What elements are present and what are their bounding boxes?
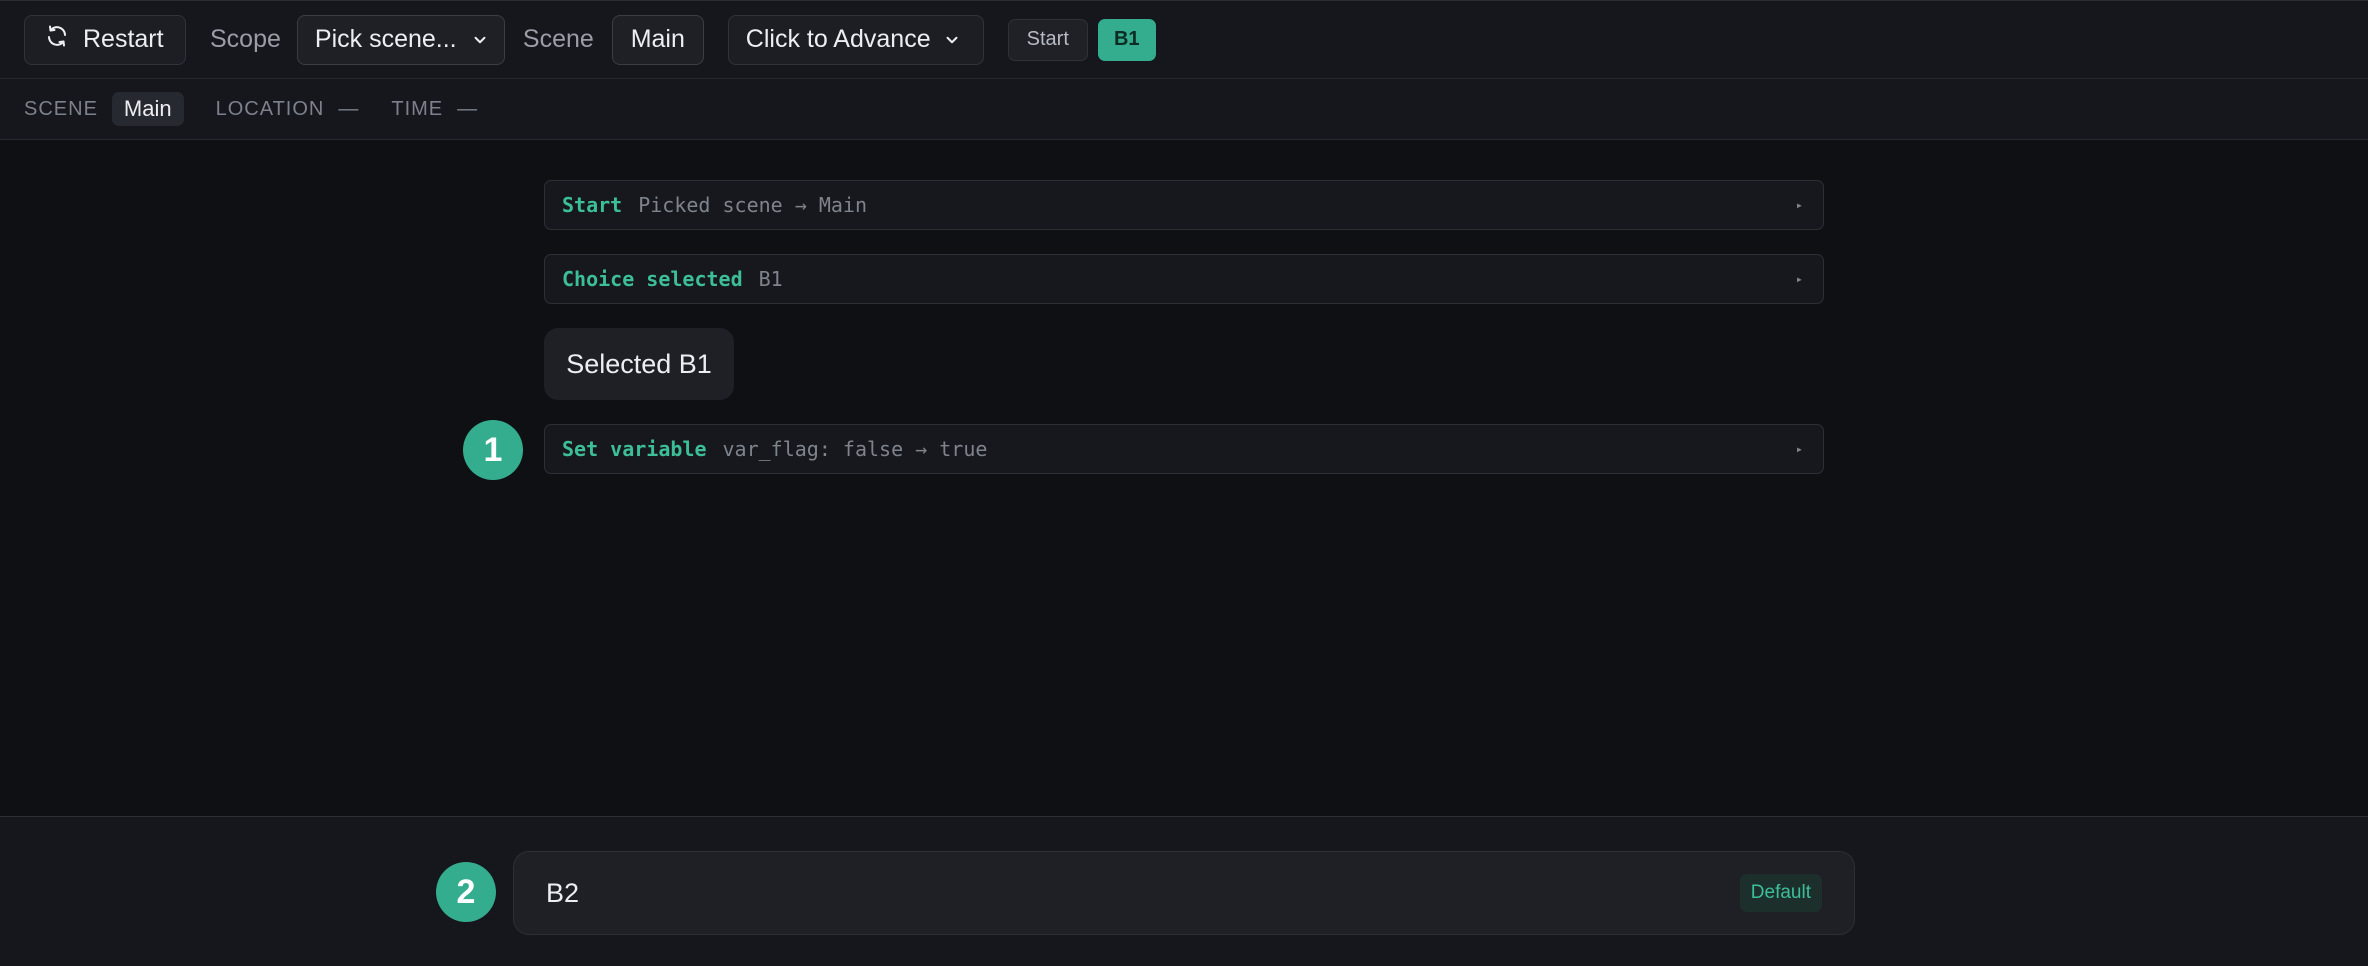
scene-key: SCENE bbox=[24, 97, 98, 120]
refresh-icon bbox=[45, 24, 69, 55]
info-bar: SCENE Main LOCATION — TIME — bbox=[0, 79, 2368, 140]
choice-option-b2[interactable]: B2 Default bbox=[513, 851, 1855, 935]
default-badge: Default bbox=[1739, 874, 1822, 912]
log-entry-detail: var_flag: false → true bbox=[722, 437, 988, 461]
expand-caret-icon[interactable]: ▸ bbox=[1796, 198, 1803, 212]
log-entry-start[interactable]: Start Picked scene → Main ▸ bbox=[544, 180, 1824, 230]
log-entry-set-variable[interactable]: Set variable var_flag: false → true ▸ bbox=[544, 424, 1824, 474]
location-key: LOCATION bbox=[215, 97, 325, 120]
log-entry-kind: Choice selected bbox=[562, 267, 743, 291]
breadcrumb-start[interactable]: Start bbox=[1007, 18, 1088, 61]
scope-label: Scope bbox=[210, 25, 281, 53]
choices-panel: B2 Default bbox=[0, 816, 2368, 966]
time-key: TIME bbox=[391, 97, 444, 120]
time-value: — bbox=[457, 97, 479, 120]
scene-button[interactable]: Main bbox=[611, 14, 704, 65]
chevron-down-icon bbox=[474, 36, 486, 43]
scene-label: Scene bbox=[522, 25, 594, 53]
log-entry-kind: Start bbox=[562, 193, 623, 217]
step-badge: 2 bbox=[436, 862, 496, 922]
scope-value: Pick scene... bbox=[314, 25, 457, 53]
location-value: — bbox=[338, 97, 360, 120]
expand-caret-icon[interactable]: ▸ bbox=[1796, 442, 1803, 456]
log-entry-detail: B1 bbox=[758, 267, 783, 291]
expand-caret-icon[interactable]: ▸ bbox=[1796, 272, 1803, 286]
choice-label: B2 bbox=[546, 877, 580, 908]
advance-mode-select[interactable]: Click to Advance bbox=[727, 14, 984, 65]
scene-value: Main bbox=[630, 25, 685, 53]
advance-mode-value: Click to Advance bbox=[745, 25, 931, 53]
log-entry-kind: Set variable bbox=[562, 437, 707, 461]
restart-button[interactable]: Restart bbox=[24, 14, 186, 65]
log-entry-choice[interactable]: Choice selected B1 ▸ bbox=[544, 254, 1824, 304]
scene-pill: Main bbox=[111, 92, 184, 126]
restart-label: Restart bbox=[83, 25, 164, 53]
breadcrumb-b1[interactable]: B1 bbox=[1097, 18, 1156, 61]
step-badge: 1 bbox=[463, 420, 523, 480]
log-entry-detail: Picked scene → Main bbox=[638, 193, 867, 217]
chevron-down-icon bbox=[946, 36, 958, 43]
dialogue-bubble: Selected B1 bbox=[544, 328, 734, 400]
toolbar: Restart Scope Pick scene... Scene Main C… bbox=[0, 0, 2368, 79]
scope-select[interactable]: Pick scene... bbox=[296, 14, 505, 65]
